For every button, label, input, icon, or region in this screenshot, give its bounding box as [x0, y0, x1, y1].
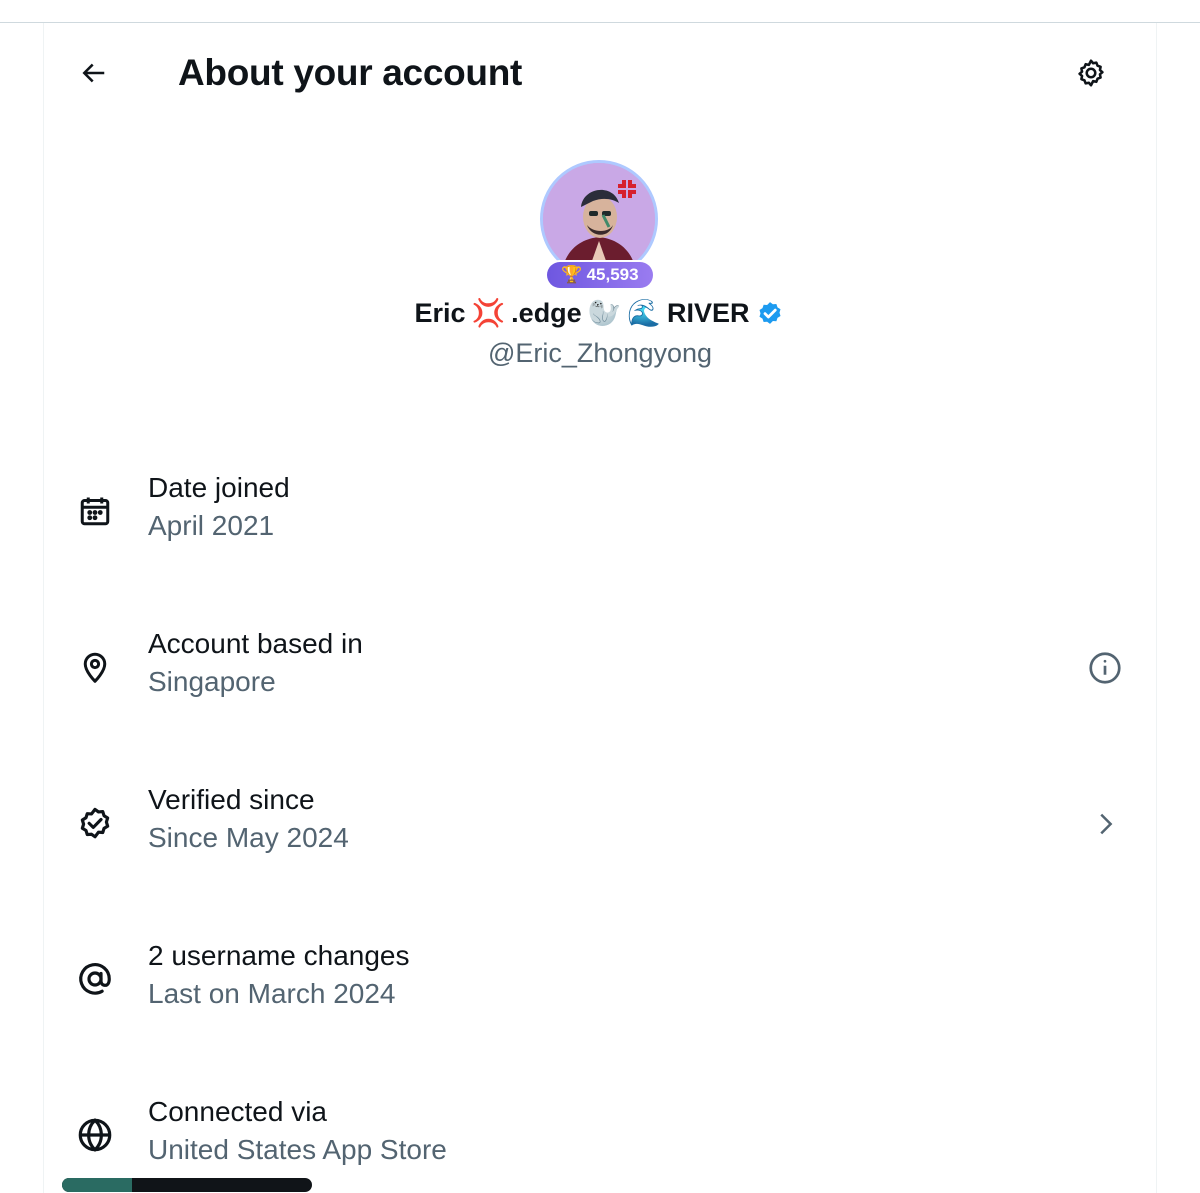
avatar-image: [540, 160, 658, 278]
row-label: Date joined: [148, 472, 290, 503]
info-button[interactable]: [1083, 646, 1127, 690]
chevron-right-icon: [1100, 813, 1113, 835]
gear-icon: [1078, 59, 1104, 87]
avatar[interactable]: [540, 160, 658, 278]
row-value: Since May 2024: [148, 822, 349, 853]
score-badge[interactable]: 🏆 45,593: [547, 262, 653, 288]
name-part-1: Eric: [414, 298, 466, 328]
display-name: Eric 💢 .edge 🦭 🌊 RIVER: [0, 294, 1200, 332]
row-label: Verified since: [148, 784, 315, 815]
row-label: Account based in: [148, 628, 363, 659]
row-value: United States App Store: [148, 1134, 447, 1165]
row-value: Last on March 2024: [148, 978, 396, 1009]
at-sign-icon: [76, 960, 114, 998]
row-username-changes: 2 username changes Last on March 2024: [43, 928, 1155, 1028]
location-pin-icon: [76, 648, 114, 686]
calendar-icon: [76, 492, 114, 530]
wave-emoji: 🌊: [627, 298, 661, 328]
row-verified-since[interactable]: Verified since Since May 2024: [43, 772, 1155, 872]
name-part-2: .edge: [511, 298, 582, 328]
avatar-illustration: [543, 163, 655, 275]
row-connected-via: Connected via United States App Store: [43, 1084, 1155, 1184]
username-handle: @Eric_Zhongyong: [487, 338, 713, 368]
row-label: 2 username changes: [148, 940, 410, 971]
back-button[interactable]: [70, 50, 116, 96]
globe-icon: [76, 1116, 114, 1154]
row-value: April 2021: [148, 510, 275, 541]
anger-emoji: 💢: [471, 298, 506, 328]
verified-check-icon: [759, 302, 781, 324]
row-value: Singapore: [148, 666, 276, 697]
info-icon: [1089, 652, 1121, 684]
seal-emoji: 🦭: [587, 298, 622, 328]
row-label: Connected via: [148, 1096, 328, 1127]
score-value: 45,593: [586, 265, 639, 284]
chevron-button[interactable]: [1083, 802, 1127, 846]
name-part-3: RIVER: [666, 298, 750, 328]
arrow-left-icon: [82, 63, 105, 83]
row-date-joined: Date joined April 2021: [43, 460, 1155, 560]
verified-badge-icon: [76, 804, 114, 842]
trophy-icon: 🏆: [561, 265, 583, 284]
page-title: About your account: [178, 52, 523, 93]
settings-button[interactable]: [1068, 50, 1114, 96]
bottom-floating-bar[interactable]: [62, 1178, 312, 1192]
row-account-based-in: Account based in Singapore: [43, 616, 1155, 716]
